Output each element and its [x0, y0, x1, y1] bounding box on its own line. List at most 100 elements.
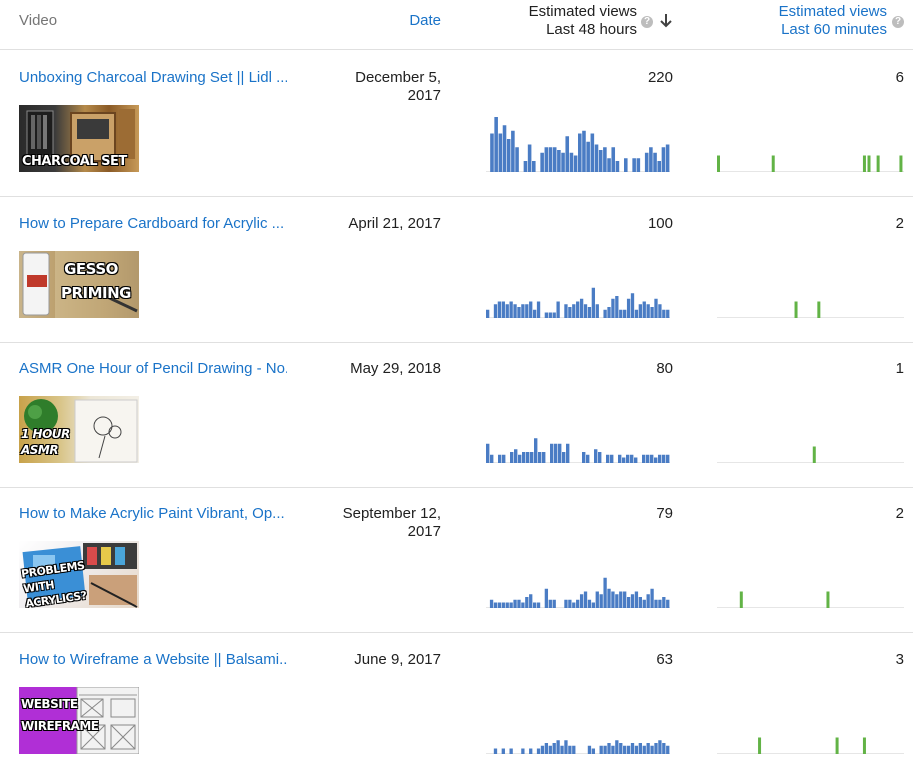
sparkline-bar — [638, 304, 642, 318]
sparkline-bar — [572, 745, 576, 754]
sparkline-bar — [525, 597, 529, 608]
sparkline-bar — [654, 298, 658, 318]
sparkline-bar — [642, 301, 646, 318]
video-title-link[interactable]: How to Wireframe a Website || Balsami... — [19, 651, 287, 668]
views-48h-sparkline — [486, 438, 670, 463]
video-thumbnail[interactable]: WEBSITE WIREFRAME — [19, 687, 139, 754]
thumbnail-caption: CHARCOAL SET — [22, 154, 127, 169]
views-60m-value: 3 — [895, 651, 904, 668]
sparkline-bar — [634, 457, 638, 463]
sparkline-bar — [498, 133, 503, 172]
sparkline-bar — [579, 594, 584, 608]
video-title-link[interactable]: How to Prepare Cardboard for Acrylic ... — [19, 215, 287, 232]
sparkline-bar — [654, 457, 658, 463]
sparkline-bar — [536, 748, 541, 754]
sparkline-bar — [562, 452, 566, 463]
table-row: Unboxing Charcoal Drawing Set || Lidl ..… — [0, 51, 913, 197]
sparkline-bar — [565, 136, 570, 172]
sparkline-bar — [595, 591, 599, 608]
date-line: 2017 — [407, 523, 441, 540]
video-title-link[interactable]: Unboxing Charcoal Drawing Set || Lidl ..… — [19, 69, 287, 86]
sparkline-bar — [548, 599, 552, 608]
sparkline-bar — [568, 745, 572, 754]
sparkline-bar — [506, 139, 511, 172]
sparkline-bar — [867, 155, 871, 172]
column-header-date[interactable]: Date — [376, 12, 441, 29]
sparkline-bar — [603, 745, 607, 754]
sparkline-bar — [536, 301, 541, 318]
column-header-video: Video — [19, 12, 58, 29]
sparkline-bar — [630, 743, 635, 754]
sparkline-bar — [540, 745, 545, 754]
sparkline-bar — [826, 591, 830, 608]
sparkline-bar — [534, 438, 538, 463]
column-header-views-60m[interactable]: Estimated views Last 60 minutes — [740, 3, 887, 39]
sparkline-bar — [569, 152, 574, 172]
sort-descending-icon[interactable] — [659, 13, 673, 33]
sparkline-bar — [622, 457, 626, 463]
sparkline-bar — [812, 446, 816, 463]
sparkline-bar — [598, 452, 602, 463]
sparkline-bar — [557, 150, 561, 172]
sparkline-bar — [544, 588, 549, 608]
sparkline-bar — [586, 141, 590, 172]
sparkline-bar — [497, 602, 502, 608]
views-48h-sparkline — [486, 117, 670, 172]
date-line: May 29, 2018 — [350, 360, 441, 377]
date-line: September 12, — [342, 505, 441, 522]
table-row: How to Make Acrylic Paint Vibrant, Op...… — [0, 487, 913, 633]
views-60m-title: Estimated views — [778, 3, 887, 20]
sparkline-bar — [583, 304, 588, 318]
sparkline-bar — [587, 745, 592, 754]
sparkline-bar — [646, 304, 650, 318]
video-title-link[interactable]: How to Make Acrylic Paint Vibrant, Op... — [19, 505, 287, 522]
sparkline-bar — [634, 745, 639, 754]
sparkline-bar — [666, 454, 670, 463]
sparkline-bar — [599, 594, 603, 608]
sparkline-bar — [560, 745, 564, 754]
sparkline-bar — [618, 454, 622, 463]
sparkline-bar — [527, 144, 532, 172]
video-title-link[interactable]: ASMR One Hour of Pencil Drawing - No... — [19, 360, 287, 377]
sparkline-bar — [502, 125, 507, 172]
views-60m-value: 2 — [895, 505, 904, 522]
sparkline-bar — [521, 304, 525, 318]
sparkline-bar — [576, 301, 580, 318]
sparkline-bar — [658, 304, 662, 318]
sparkline-bar — [634, 309, 639, 318]
sparkline-bar — [582, 452, 586, 463]
sparkline-bar — [576, 599, 580, 608]
sparkline-bar — [511, 130, 515, 172]
sparkline-bar — [615, 740, 619, 754]
sparkline-bar — [552, 312, 556, 318]
help-icon[interactable]: ? — [892, 16, 904, 28]
column-header-views-48h[interactable]: Estimated views Last 48 hours — [490, 3, 637, 39]
sparkline-bar — [582, 130, 586, 172]
sparkline-bar — [554, 443, 558, 463]
video-thumbnail[interactable]: 1 HOUR ASMR — [19, 396, 139, 463]
video-thumbnail[interactable]: CHARCOAL SET — [19, 105, 139, 172]
publish-date: April 21, 2017 — [320, 215, 441, 233]
sparkline-bar — [556, 301, 560, 318]
sparkline-bar — [636, 158, 641, 172]
sparkline-bar — [642, 454, 646, 463]
table-row: ASMR One Hour of Pencil Drawing - No... … — [0, 342, 913, 488]
sparkline-bar — [515, 147, 519, 172]
sparkline-bar — [638, 597, 642, 608]
sparkline-bar — [607, 743, 611, 754]
help-icon[interactable]: ? — [641, 16, 653, 28]
sparkline-bar — [650, 307, 654, 318]
views-48h-value: 79 — [656, 505, 673, 522]
sparkline-bar — [509, 602, 513, 608]
sparkline-bar — [509, 301, 513, 318]
sparkline-bar — [542, 452, 546, 463]
sparkline-bar — [536, 602, 541, 608]
video-thumbnail[interactable]: PROBLEMS WITH ACRYLICS? — [19, 541, 139, 608]
sparkline-bar — [573, 155, 578, 172]
sparkline-bar — [653, 152, 657, 172]
sparkline-bar — [552, 599, 556, 608]
table-row: How to Wireframe a Website || Balsami...… — [0, 633, 913, 773]
sparkline-bar — [486, 443, 490, 463]
table-header: Video Date Estimated views Last 48 hours… — [0, 0, 913, 50]
video-thumbnail[interactable]: GESSO PRIMING — [19, 251, 139, 318]
